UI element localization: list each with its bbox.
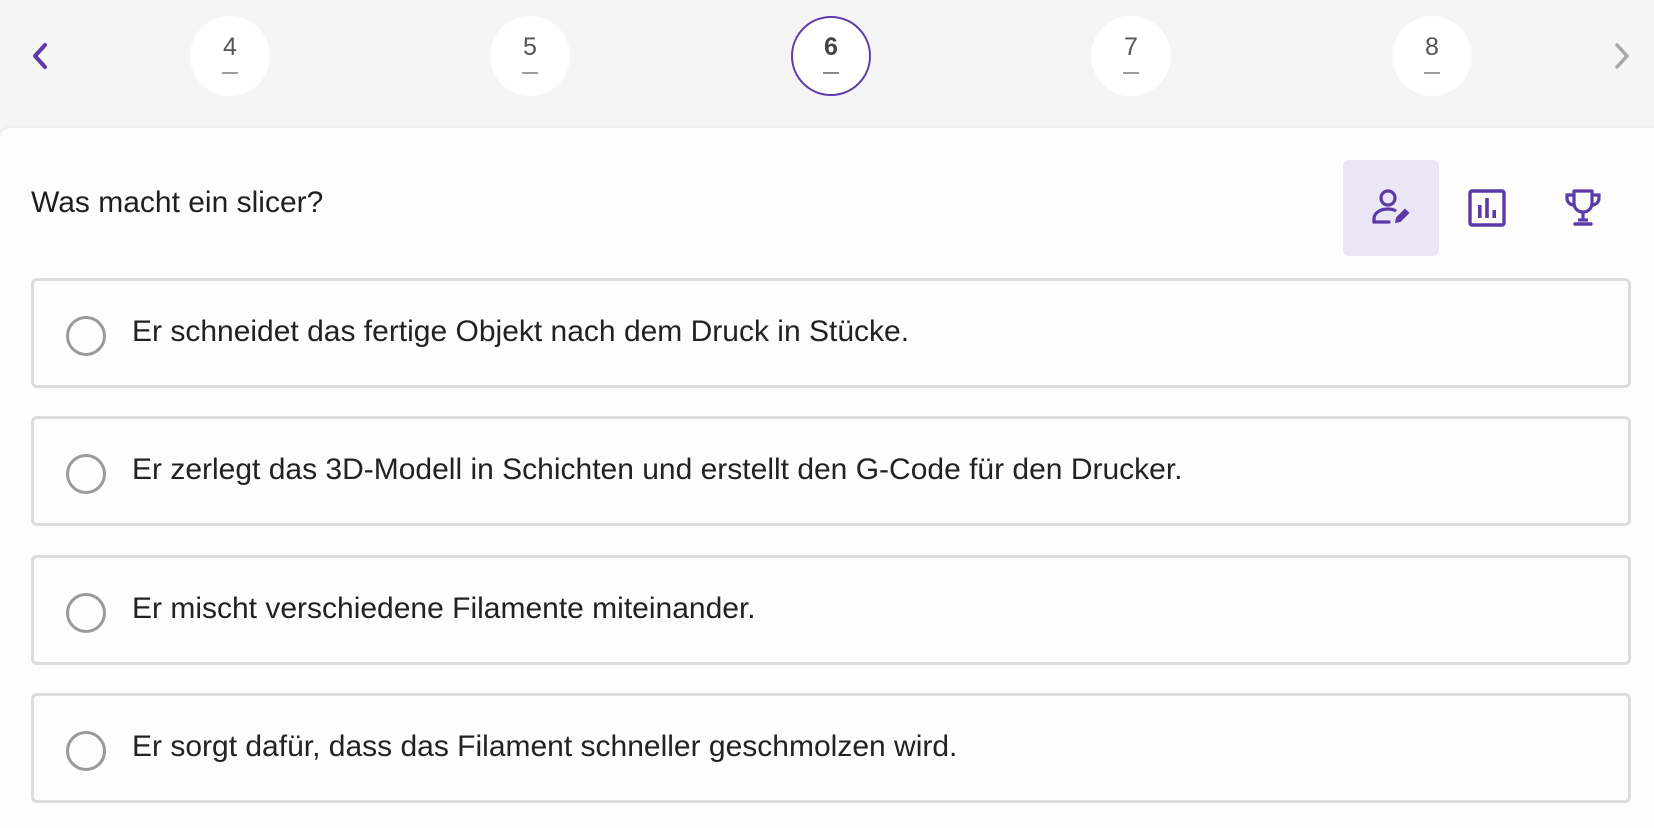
statistics-button[interactable] [1439,160,1535,256]
question-nav-item-5[interactable]: 5 [490,16,570,96]
question-nav-item-7[interactable]: 7 [1091,16,1171,96]
radio-button[interactable] [66,454,106,494]
person-edit-icon [1372,189,1410,224]
question-number: 4 [223,32,237,61]
question-nav-item-8[interactable]: 8 [1392,16,1472,96]
answer-option-text: Er sorgt dafür, dass das Filament schnel… [132,730,958,763]
radio-button[interactable] [66,316,106,356]
question-nav-item-6-active[interactable]: 6 [791,16,871,96]
answer-option-1[interactable]: Er schneidet das fertige Objekt nach dem… [31,278,1631,388]
question-status-dash [522,71,538,74]
question-number: 8 [1425,32,1439,61]
next-button[interactable] [1602,36,1642,76]
chevron-left-icon [33,43,47,69]
previous-button[interactable] [20,36,60,76]
answer-mode-button[interactable] [1343,160,1439,256]
question-nav-item-4[interactable]: 4 [190,16,270,96]
trophy-icon [1565,189,1601,226]
answer-option-3[interactable]: Er mischt verschiedene Filamente miteina… [31,555,1631,665]
question-card: Was macht ein slicer? Er schneidet das f [0,128,1654,828]
answer-option-4[interactable]: Er sorgt dafür, dass das Filament schnel… [31,693,1631,803]
question-text: Was macht ein slicer? [31,186,324,219]
question-navigation: 4 5 6 7 8 [0,0,1654,126]
question-number: 5 [523,32,537,61]
answer-option-text: Er schneidet das fertige Objekt nach dem… [132,315,910,348]
answer-option-2[interactable]: Er zerlegt das 3D-Modell in Schichten un… [31,416,1631,526]
question-status-dash [1424,71,1440,74]
answer-option-text: Er zerlegt das 3D-Modell in Schichten un… [132,453,1183,486]
question-number: 7 [1124,32,1138,61]
radio-button[interactable] [66,731,106,771]
leaderboard-button[interactable] [1535,160,1631,256]
chevron-right-icon [1615,43,1629,69]
question-status-dash [823,71,839,74]
question-status-dash [1123,71,1139,74]
answer-option-text: Er mischt verschiedene Filamente miteina… [132,592,756,625]
bar-chart-icon [1468,189,1506,227]
radio-button[interactable] [66,593,106,633]
question-status-dash [222,71,238,74]
question-number: 6 [824,32,838,61]
